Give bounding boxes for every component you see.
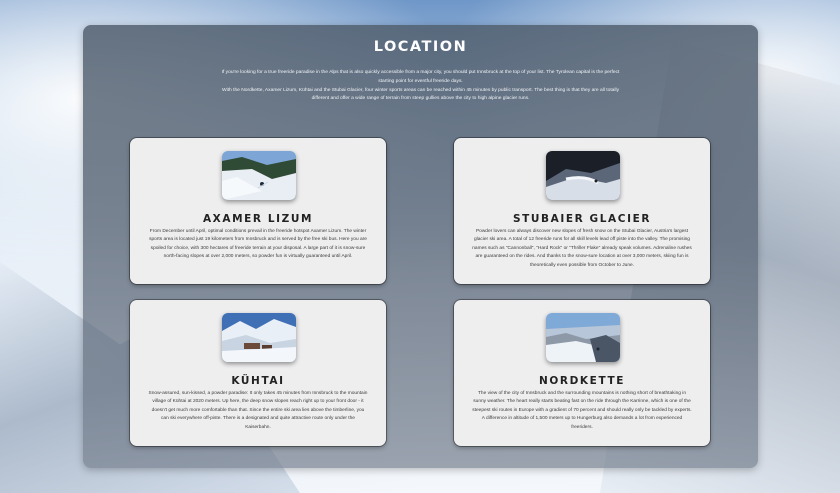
kuehtai-photo (222, 313, 296, 362)
card-title: KÜHTAI (231, 375, 285, 387)
section-title: LOCATION (373, 39, 468, 55)
card-description: The view of the city of Innsbruck and th… (472, 391, 692, 430)
location-card-kuehtai: KÜHTAI Snow-assured, sun-kissed, a powde… (130, 300, 386, 446)
card-description: From December until April, optimal condi… (149, 229, 367, 260)
card-description: Powder lovers can always discover new sl… (472, 229, 692, 268)
location-card-axamer-lizum: AXAMER LIZUM From December until April, … (130, 138, 386, 284)
intro-paragraph-1: If you're looking for a true freeride pa… (221, 70, 620, 84)
stubaier-glacier-photo (546, 151, 620, 200)
location-card-stubaier-glacier: STUBAIER GLACIER Powder lovers can alway… (454, 138, 710, 284)
nordkette-photo (546, 313, 620, 362)
section-intro: If you're looking for a true freeride pa… (218, 69, 623, 104)
card-description: Snow-assured, sun-kissed, a powder parad… (148, 391, 368, 430)
card-title: AXAMER LIZUM (202, 213, 314, 225)
card-title: STUBAIER GLACIER (512, 213, 652, 225)
axamer-lizum-photo (222, 151, 296, 200)
location-card-nordkette: NORDKETTE The view of the city of Innsbr… (454, 300, 710, 446)
intro-paragraph-2: With the Nordkette, Axamer Lizum, Kühtai… (221, 87, 620, 102)
card-title: NORDKETTE (539, 375, 625, 387)
